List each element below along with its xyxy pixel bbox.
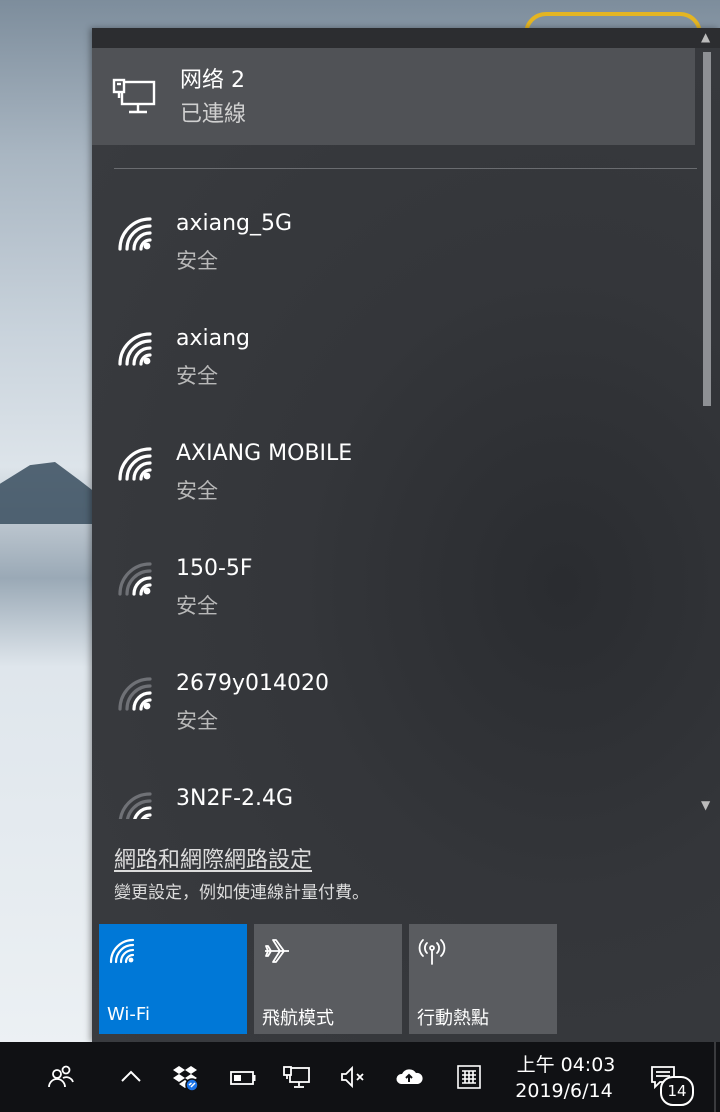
scroll-up-icon[interactable]: ▲ (701, 30, 715, 44)
wifi-signal-full-icon (118, 332, 152, 366)
network-icon[interactable] (282, 1062, 312, 1092)
wifi-network-list: axiang_5G 安全 axiang 安全 AXIANG MOBILE 安全 … (92, 183, 695, 819)
chevron-up-icon[interactable] (116, 1062, 146, 1092)
wifi-network-item[interactable]: 3N2F-2.4G (92, 758, 695, 819)
wifi-toggle-tile[interactable]: Wi-Fi (99, 924, 247, 1034)
airplane-mode-tile[interactable]: 飛航模式 (254, 924, 402, 1034)
wifi-network-name: 2679y014020 (176, 671, 329, 696)
notification-count-badge: 14 (660, 1076, 694, 1106)
wifi-network-name: axiang_5G (176, 211, 293, 236)
ethernet-monitor-icon (112, 78, 156, 114)
airplane-icon (265, 939, 289, 963)
volume-muted-icon[interactable] (338, 1062, 368, 1092)
network-list-scrollbar[interactable]: ▲ ▼ (695, 28, 720, 823)
airplane-tile-label: 飛航模式 (262, 1008, 334, 1029)
connected-network-status: 已連線 (180, 102, 247, 127)
wifi-tile-label: Wi-Fi (107, 1004, 150, 1025)
wifi-icon (109, 938, 135, 964)
wifi-network-security: 安全 (176, 594, 218, 618)
wifi-network-item[interactable]: AXIANG MOBILE 安全 (92, 413, 695, 528)
taskbar: 上午 04:03 2019/6/14 14 (0, 1042, 720, 1112)
wifi-network-name: AXIANG MOBILE (176, 441, 353, 466)
keyboard-icon[interactable] (454, 1062, 484, 1092)
onedrive-icon[interactable] (394, 1062, 424, 1092)
battery-icon[interactable] (228, 1062, 258, 1092)
connected-network-name: 网络 2 (180, 68, 245, 93)
wifi-network-name: 150-5F (176, 556, 253, 581)
wifi-network-name: axiang (176, 326, 251, 351)
wifi-network-security: 安全 (176, 479, 218, 503)
people-icon[interactable] (46, 1062, 76, 1092)
wifi-network-security: 安全 (176, 249, 218, 273)
clock-time[interactable]: 上午 04:03 (512, 1050, 620, 1077)
divider (114, 168, 697, 169)
wifi-network-item[interactable]: 2679y014020 安全 (92, 643, 695, 758)
dropbox-icon[interactable] (170, 1062, 200, 1092)
network-settings-link[interactable]: 網路和網際網路設定 (114, 842, 312, 874)
flyout-top-bar (92, 28, 720, 48)
wifi-network-item[interactable]: axiang 安全 (92, 298, 695, 413)
wifi-signal-weak-icon (118, 562, 152, 596)
hotspot-icon (418, 939, 446, 965)
scroll-down-icon[interactable]: ▼ (701, 798, 715, 812)
clock-date[interactable]: 2019/6/14 (508, 1080, 620, 1102)
show-desktop-button[interactable] (714, 1042, 716, 1112)
wifi-network-name: 3N2F-2.4G (176, 786, 294, 811)
scrollbar-thumb[interactable] (703, 52, 711, 406)
wifi-network-security: 安全 (176, 709, 218, 733)
hotspot-tile-label: 行動熱點 (417, 1008, 489, 1029)
wifi-signal-weak-icon (118, 792, 152, 819)
connected-network-item[interactable]: 网络 2 已連線 (92, 48, 695, 145)
network-flyout: 网络 2 已連線 axiang_5G 安全 axiang 安全 AXIANG M… (92, 28, 720, 1042)
network-settings-description: 變更設定，例如使連線計量付費。 (114, 883, 369, 903)
wifi-signal-full-icon (118, 447, 152, 481)
wifi-signal-full-icon (118, 217, 152, 251)
wifi-network-security: 安全 (176, 364, 218, 388)
wifi-network-item[interactable]: axiang_5G 安全 (92, 183, 695, 298)
wifi-signal-weak-icon (118, 677, 152, 711)
wifi-network-item[interactable]: 150-5F 安全 (92, 528, 695, 643)
mobile-hotspot-tile[interactable]: 行動熱點 (409, 924, 557, 1034)
